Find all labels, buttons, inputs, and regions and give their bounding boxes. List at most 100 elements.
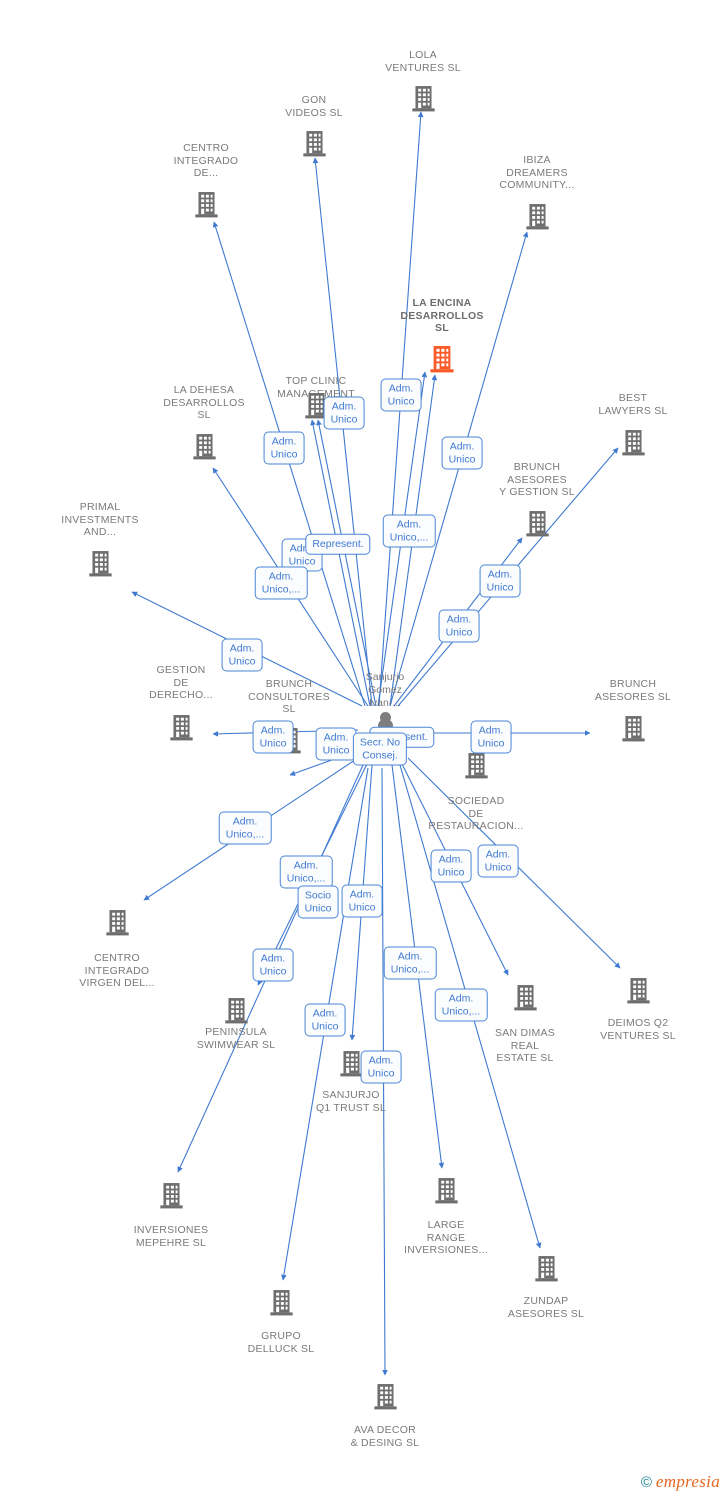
node-label-inversiones: INVERSIONES MEPEHRE SL	[111, 1223, 231, 1249]
node-bestlaw[interactable]	[573, 429, 693, 457]
relation-chip[interactable]: Adm. Unico	[470, 720, 512, 754]
company-name: IBIZA DREAMERS COMMUNITY...	[499, 154, 575, 192]
company-name: GON VIDEOS SL	[285, 94, 343, 119]
relation-chip[interactable]: Adm. Unico,...	[254, 566, 308, 600]
company-name: INVERSIONES MEPEHRE SL	[133, 1224, 209, 1249]
building-icon	[525, 511, 549, 537]
node-label-peninsula: PENINSULA SWIMWEAR SL	[176, 1025, 296, 1051]
company-name: PRIMAL INVESTMENTS AND...	[61, 501, 139, 539]
company-name: LARGE RANGE INVERSIONES...	[403, 1219, 489, 1257]
building-icon	[525, 204, 549, 230]
node-primal[interactable]	[40, 550, 160, 578]
company-name: PENINSULA SWIMWEAR SL	[196, 1026, 276, 1051]
relation-chip[interactable]: Adm. Unico,...	[382, 514, 436, 548]
building-icon	[88, 551, 112, 577]
node-gestion[interactable]	[121, 714, 241, 742]
company-name: LA DEHESA DESARROLLOS SL	[163, 384, 245, 422]
node-brunchag[interactable]	[477, 510, 597, 538]
person-node-center[interactable]: Sanjurjo Gomez Ivan-...	[325, 671, 445, 728]
building-icon	[430, 346, 454, 373]
relation-chip[interactable]: Represent.	[305, 533, 371, 555]
node-largerange[interactable]	[386, 1177, 506, 1205]
relation-chip[interactable]: Adm. Unico	[323, 396, 365, 430]
relation-chip[interactable]: Adm. Unico	[380, 378, 422, 412]
node-gon[interactable]	[254, 130, 374, 158]
building-icon	[269, 1290, 293, 1316]
company-name: BEST LAWYERS SL	[598, 392, 668, 417]
relation-chip[interactable]: Adm. Unico	[430, 849, 472, 883]
edge	[312, 157, 373, 707]
building-icon	[464, 753, 488, 779]
relation-chip[interactable]: Adm. Unico	[263, 431, 305, 465]
node-label-sandimas: SAN DIMAS REAL ESTATE SL	[465, 1026, 585, 1065]
node-centrointeg[interactable]	[146, 191, 266, 219]
node-ladehesa[interactable]	[144, 433, 264, 461]
company-name: SOCIEDAD DE RESTAURACION...	[428, 795, 524, 833]
node-label-centrointeg: CENTRO INTEGRADO DE...	[146, 142, 266, 180]
relation-chip[interactable]: Adm. Unico	[304, 1003, 346, 1037]
node-lola[interactable]	[363, 85, 483, 113]
company-name: LOLA VENTURES SL	[385, 49, 461, 74]
relation-chip[interactable]: Adm. Unico	[441, 436, 483, 470]
relation-chip[interactable]: Adm. Unico	[438, 609, 480, 643]
company-name: SAN DIMAS REAL ESTATE SL	[494, 1027, 555, 1065]
building-icon	[621, 716, 645, 742]
relation-chip[interactable]: Adm. Unico	[315, 727, 357, 761]
relation-chip[interactable]: Adm. Unico	[477, 844, 519, 878]
relation-chip[interactable]: Adm. Unico	[360, 1050, 402, 1084]
building-icon	[513, 985, 537, 1011]
node-grupodell[interactable]	[221, 1289, 341, 1317]
person-name: Sanjurjo Gomez Ivan-...	[365, 671, 405, 709]
building-icon	[302, 131, 326, 157]
company-name: SANJURJO Q1 TRUST SL	[315, 1089, 387, 1114]
relation-chip[interactable]: Adm. Unico,...	[383, 946, 437, 980]
company-name: AVA DECOR & DESING SL	[350, 1424, 420, 1449]
relation-chip[interactable]: Socio Unico	[297, 885, 339, 919]
node-label-sanjurjoq1: SANJURJO Q1 TRUST SL	[291, 1088, 411, 1114]
building-icon	[434, 1178, 458, 1204]
node-centrovirg[interactable]	[57, 909, 177, 937]
relation-chip[interactable]: Adm. Unico,...	[434, 988, 488, 1022]
node-label-sociedad: SOCIEDAD DE RESTAURACION...	[416, 794, 536, 833]
node-ibiza[interactable]	[477, 203, 597, 231]
company-name: BRUNCH ASESORES Y GESTION SL	[499, 461, 575, 499]
node-label-deimos: DEIMOS Q2 VENTURES SL	[578, 1016, 698, 1042]
relation-chip[interactable]: Adm. Unico	[252, 948, 294, 982]
node-label-primal: PRIMAL INVESTMENTS AND...	[40, 501, 160, 539]
node-label-brunchag: BRUNCH ASESORES Y GESTION SL	[477, 461, 597, 499]
relation-chip[interactable]: Adm. Unico	[479, 564, 521, 598]
node-label-lola: LOLA VENTURES SL	[363, 49, 483, 74]
building-icon	[192, 434, 216, 460]
node-zundap[interactable]	[486, 1255, 606, 1283]
company-name: CENTRO INTEGRADO VIRGEN DEL...	[79, 952, 155, 990]
relation-chip[interactable]: Adm. Unico	[252, 720, 294, 754]
relation-chip[interactable]: Adm. Unico,...	[279, 855, 333, 889]
building-icon	[534, 1256, 558, 1282]
node-avadecor[interactable]	[325, 1383, 445, 1411]
building-icon	[224, 998, 248, 1024]
node-peninsula[interactable]	[176, 997, 296, 1025]
company-name: CENTRO INTEGRADO DE...	[173, 142, 239, 180]
node-label-avadecor: AVA DECOR & DESING SL	[325, 1423, 445, 1449]
node-inversiones[interactable]	[111, 1182, 231, 1210]
network-graph-canvas: LOLA VENTURES SL GON VIDEOS SL CENTRO INTE…	[0, 0, 728, 1500]
node-sociedad[interactable]	[416, 752, 536, 780]
relation-chip[interactable]: Adm. Unico,...	[218, 811, 272, 845]
relation-chip[interactable]: Secr. No Consej.	[352, 732, 408, 766]
node-laencina[interactable]	[382, 345, 502, 374]
relation-chip[interactable]: Adm. Unico	[221, 638, 263, 672]
node-deimos[interactable]	[578, 977, 698, 1005]
company-name: GRUPO DELLUCK SL	[247, 1330, 315, 1355]
company-name: BRUNCH ASESORES SL	[594, 678, 672, 703]
node-label-zundap: ZUNDAP ASESORES SL	[486, 1294, 606, 1320]
building-icon	[169, 715, 193, 741]
copyright-icon: ©	[640, 1473, 652, 1491]
node-label-laencina: LA ENCINA DESARROLLOS SL	[382, 297, 502, 335]
building-icon	[626, 978, 650, 1004]
node-label-gon: GON VIDEOS SL	[254, 94, 374, 119]
node-brunchas[interactable]	[573, 715, 693, 743]
node-label-ladehesa: LA DEHESA DESARROLLOS SL	[144, 384, 264, 422]
building-icon	[194, 192, 218, 218]
relation-chip[interactable]: Adm. Unico	[341, 884, 383, 918]
node-label-largerange: LARGE RANGE INVERSIONES...	[386, 1218, 506, 1257]
